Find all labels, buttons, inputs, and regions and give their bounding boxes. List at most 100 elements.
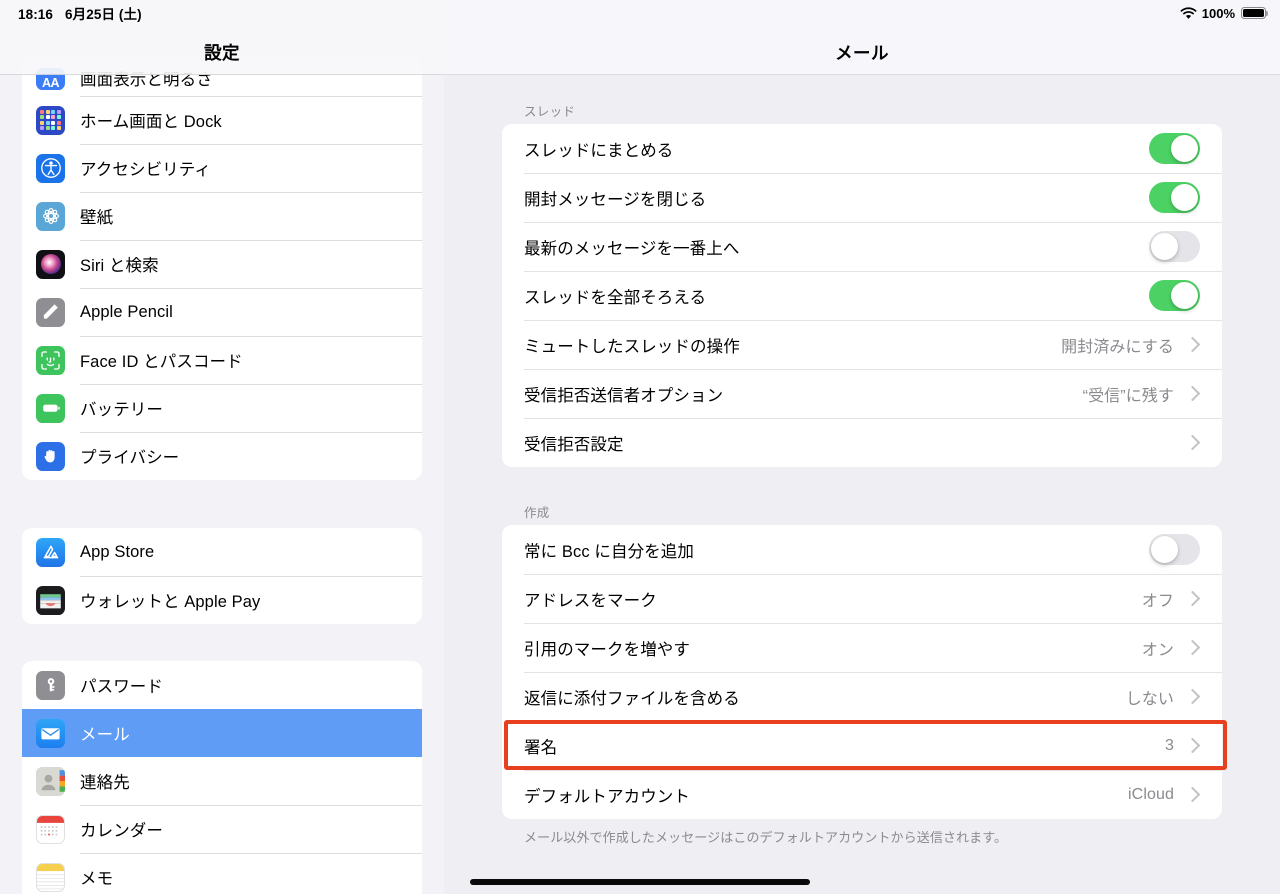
contacts-icon: [36, 766, 65, 796]
row-control[interactable]: [1149, 231, 1200, 262]
row-collapse-read-messages[interactable]: 開封メッセージを閉じる: [502, 173, 1222, 222]
battery-icon: [36, 393, 65, 423]
chevron-right-icon: [1184, 385, 1201, 402]
sidebar-item-privacy[interactable]: プライバシー: [22, 432, 422, 480]
row-value: しない: [1125, 690, 1174, 708]
sidebar-scroll-area[interactable]: AA 画面表示と明るさ ホーム画面と Dock アクセシビリティ 壁紙 Siri…: [0, 0, 444, 894]
siri-search-icon: [36, 249, 65, 279]
row-control[interactable]: オン: [1142, 636, 1201, 660]
row-control[interactable]: しない: [1125, 685, 1201, 709]
sidebar-item-battery[interactable]: バッテリー: [22, 384, 422, 432]
mail-icon: [36, 718, 65, 748]
toggle-most-recent-message-on-top[interactable]: [1149, 231, 1200, 262]
sidebar-group-apps: パスワード メール 連絡先 カレンダー メモ: [22, 661, 422, 894]
chevron-right-icon: [1184, 688, 1201, 705]
row-control[interactable]: 3: [1165, 736, 1201, 755]
sidebar-item-label: プライバシー: [80, 449, 180, 467]
privacy-hand-icon: [36, 441, 65, 471]
section-header-threads: スレッド: [524, 105, 576, 119]
toggle-collapse-read-messages[interactable]: [1149, 182, 1200, 213]
sidebar-item-label: App Store: [80, 542, 155, 561]
sidebar-item-label: 連絡先: [80, 774, 130, 792]
row-control[interactable]: [1149, 280, 1200, 311]
row-control[interactable]: [1174, 434, 1201, 451]
row-value: 開封済みにする: [1061, 338, 1174, 356]
sidebar-group-store: App Store ウォレットと Apple Pay: [22, 528, 422, 624]
row-control[interactable]: [1149, 534, 1200, 565]
row-default-account[interactable]: デフォルトアカウント iCloud: [502, 770, 1222, 819]
row-complete-threads[interactable]: スレッドを全部そろえる: [502, 271, 1222, 320]
row-organize-by-thread[interactable]: スレッドにまとめる: [502, 124, 1222, 173]
row-label: 開封メッセージを閉じる: [524, 190, 707, 209]
row-label: 引用のマークを増やす: [524, 640, 690, 659]
sidebar-item-label: 壁紙: [80, 209, 114, 227]
notes-icon: [36, 862, 65, 892]
row-muted-thread-action[interactable]: ミュートしたスレッドの操作 開封済みにする: [502, 320, 1222, 369]
sidebar-item-contacts[interactable]: 連絡先: [22, 757, 422, 805]
row-mark-addresses[interactable]: アドレスをマーク オフ: [502, 574, 1222, 623]
row-label: スレッドにまとめる: [524, 141, 674, 160]
row-control[interactable]: オフ: [1141, 587, 1201, 611]
sidebar-group-system: AA 画面表示と明るさ ホーム画面と Dock アクセシビリティ 壁紙 Siri…: [22, 56, 422, 480]
ipad-settings-screen: 18:16 6月25日 (土) 100% AA 画面表示と明るさ ホーム画面と …: [0, 0, 1280, 894]
row-label: 署名: [524, 738, 558, 757]
settings-sidebar[interactable]: AA 画面表示と明るさ ホーム画面と Dock アクセシビリティ 壁紙 Siri…: [0, 0, 444, 894]
row-increase-quote-level[interactable]: 引用のマークを増やす オン: [502, 623, 1222, 672]
sidebar-item-label: Face ID とパスコード: [80, 353, 243, 371]
toggle-always-bcc-myself[interactable]: [1149, 534, 1200, 565]
chevron-right-icon: [1184, 737, 1201, 754]
section-header-composing: 作成: [524, 506, 550, 520]
row-signature[interactable]: 署名 3: [502, 721, 1222, 770]
apple-pencil-icon: [36, 297, 65, 327]
sidebar-item-siri-search[interactable]: Siri と検索: [22, 240, 422, 288]
row-control[interactable]: [1149, 133, 1200, 164]
sidebar-item-calendar[interactable]: カレンダー: [22, 805, 422, 853]
row-most-recent-message-on-top[interactable]: 最新のメッセージを一番上へ: [502, 222, 1222, 271]
row-control[interactable]: “受信”に残す: [1083, 382, 1201, 406]
sidebar-header: 設定: [0, 0, 444, 75]
sidebar-item-face-id[interactable]: Face ID とパスコード: [22, 336, 422, 384]
row-label: 受信拒否送信者オプション: [524, 386, 724, 405]
toggle-organize-by-thread[interactable]: [1149, 133, 1200, 164]
row-control[interactable]: iCloud: [1128, 785, 1201, 804]
sidebar-item-passwords[interactable]: パスワード: [22, 661, 422, 709]
sidebar-item-label: Siri と検索: [80, 257, 159, 275]
row-value: 3: [1165, 736, 1174, 754]
sidebar-item-apple-pencil[interactable]: Apple Pencil: [22, 288, 422, 336]
sidebar-item-label: ホーム画面と Dock: [80, 113, 222, 131]
sidebar-item-accessibility[interactable]: アクセシビリティ: [22, 144, 422, 192]
sidebar-item-wallet-apple-pay[interactable]: ウォレットと Apple Pay: [22, 576, 422, 624]
row-label: 最新のメッセージを一番上へ: [524, 239, 740, 258]
sidebar-item-label: アクセシビリティ: [80, 161, 211, 179]
row-control[interactable]: [1149, 182, 1200, 213]
row-blocked-sender-options[interactable]: 受信拒否送信者オプション “受信”に残す: [502, 369, 1222, 418]
sidebar-item-wallpaper[interactable]: 壁紙: [22, 192, 422, 240]
row-label: 受信拒否設定: [524, 435, 624, 454]
row-blocked-settings[interactable]: 受信拒否設定: [502, 418, 1222, 467]
sidebar-item-mail[interactable]: メール: [22, 709, 422, 757]
sidebar-item-app-store[interactable]: App Store: [22, 528, 422, 576]
row-include-attachments-with-replies[interactable]: 返信に添付ファイルを含める しない: [502, 672, 1222, 721]
toggle-complete-threads[interactable]: [1149, 280, 1200, 311]
row-control[interactable]: 開封済みにする: [1061, 333, 1201, 357]
row-always-bcc-myself[interactable]: 常に Bcc に自分を追加: [502, 525, 1222, 574]
sidebar-item-label: バッテリー: [80, 401, 163, 419]
composing-footnote: メール以外で作成したメッセージはこのデフォルトアカウントから送信されます。: [524, 830, 1008, 845]
mail-settings-pane[interactable]: スレッド スレッドにまとめる 開封メッセージを閉じる 最新のメッセージを一番上へ: [444, 0, 1280, 894]
sidebar-item-home-screen-dock[interactable]: ホーム画面と Dock: [22, 96, 422, 144]
row-value: オフ: [1141, 592, 1174, 610]
chevron-right-icon: [1184, 590, 1201, 607]
chevron-right-icon: [1184, 434, 1201, 451]
row-value: iCloud: [1128, 785, 1174, 803]
home-indicator[interactable]: [470, 879, 810, 885]
sidebar-item-label: メール: [80, 726, 130, 744]
home-screen-dock-icon: [36, 105, 65, 135]
page-title-settings: 設定: [204, 43, 240, 63]
sidebar-item-label: ウォレットと Apple Pay: [80, 593, 261, 611]
chevron-right-icon: [1184, 786, 1201, 803]
sidebar-item-notes[interactable]: メモ: [22, 853, 422, 894]
row-label: スレッドを全部そろえる: [524, 288, 707, 307]
page-title-mail: メール: [835, 43, 889, 63]
app-store-icon: [36, 537, 65, 567]
wallpaper-icon: [36, 201, 65, 231]
